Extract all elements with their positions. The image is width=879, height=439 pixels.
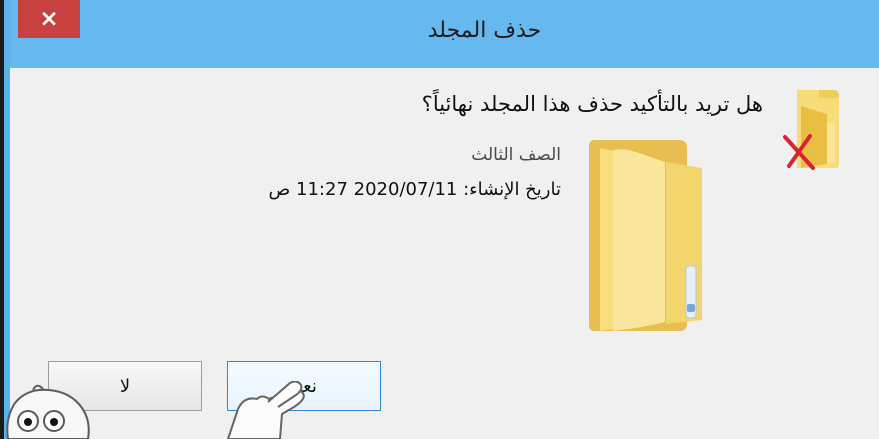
title-bar: × حذف المجلد (10, 0, 879, 68)
delete-confirmation-text: هل تريد بالتأكيد حذف هذا المجلد نهائياً؟ (421, 92, 763, 116)
no-button-label: لا (119, 375, 131, 397)
folder-created-date: تاريخ الإنشاء: 2020/07/11 11:27 ص (268, 179, 561, 200)
pointer-hand-icon (226, 381, 305, 439)
folder-name: الصف الثالث (471, 145, 561, 165)
robot-mascot-icon (6, 384, 90, 439)
folder-delete-icon (783, 90, 839, 170)
folder-icon (589, 140, 702, 331)
dialog-title: حذف المجلد (427, 18, 542, 43)
